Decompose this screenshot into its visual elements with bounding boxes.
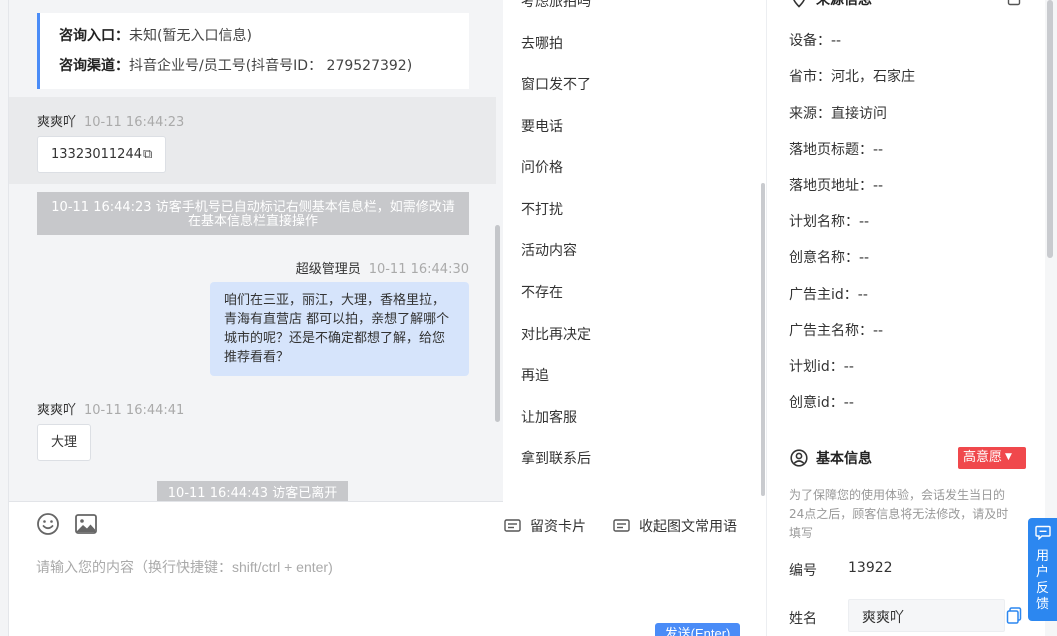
message-meta: 超级管理员 10-11 16:44:30: [296, 258, 469, 277]
edit-notice: 为了保障您的使用体验，会话发生当日的24点之后，顾客信息将无法修改，请及时填写: [789, 488, 1009, 540]
quick-reply-item[interactable]: 窗口发不了: [521, 74, 591, 94]
collapse-phrases-label: 收起图文常用语: [639, 519, 737, 535]
user-circle-icon: [790, 449, 808, 467]
message-composer: [9, 501, 503, 636]
quick-reply-item[interactable]: 问价格: [521, 157, 563, 177]
basic-info-title: 基本信息: [816, 451, 872, 467]
message-time: 10-11 16:44:30: [368, 262, 469, 277]
quick-reply-item[interactable]: 对比再决定: [521, 324, 591, 344]
sender-name: 超级管理员: [295, 262, 361, 277]
landing-title-row: 落地页标题：--: [789, 142, 884, 158]
customer-id-value: 13922: [848, 560, 893, 576]
user-feedback-label: 用户反馈: [1035, 549, 1049, 612]
consult-entry-card: 咨询入口：未知(暂无入口信息) 咨询渠道：抖音企业号/员工号(抖音号ID： 27…: [37, 13, 469, 89]
intent-level-dropdown[interactable]: 高意愿 ▼: [958, 447, 1026, 469]
visitor-message-bubble[interactable]: 13323011244⧉: [37, 136, 167, 173]
message-time: 10-11 16:44:41: [84, 403, 185, 418]
quick-reply-item[interactable]: 活动内容: [521, 240, 577, 260]
sender-name: 爽爽吖: [37, 115, 77, 130]
message-text: 13323011244: [51, 147, 142, 162]
customer-name-label: 姓名: [789, 611, 817, 627]
chat-scrollbar[interactable]: [495, 225, 500, 422]
message-meta: 爽爽吖 10-11 16:44:23: [37, 111, 184, 130]
quick-reply-item[interactable]: 不打扰: [521, 199, 563, 219]
info-scrollbar-thumb[interactable]: [1047, 0, 1053, 258]
message-input[interactable]: [36, 555, 486, 579]
send-button[interactable]: 发送(Enter): [655, 623, 740, 636]
creative-name-row: 创意名称：--: [789, 250, 870, 266]
entry-info: 咨询入口：未知(暂无入口信息): [59, 24, 469, 54]
lead-card-button[interactable]: 留资卡片: [504, 516, 586, 536]
image-icon[interactable]: [74, 512, 98, 536]
device-row: 设备：--: [789, 33, 842, 49]
copy-icon[interactable]: ⧉: [143, 147, 152, 162]
quick-reply-panel: 考虑旅拍吗 去哪拍 窗口发不了 要电话 问价格 不打扰 活动内容 不存在 对比再…: [503, 0, 767, 501]
quick-reply-item[interactable]: 不存在: [521, 282, 563, 302]
edit-icon[interactable]: [1007, 0, 1021, 6]
source-info-header: 来源信息: [790, 0, 872, 9]
quick-reply-item[interactable]: 去哪拍: [521, 33, 563, 53]
advertiser-name-row: 广告主名称：--: [789, 323, 884, 339]
customer-name-value: 爽爽吖: [862, 610, 904, 626]
entry-value: 未知(暂无入口信息): [129, 28, 252, 44]
caret-down-icon: ▼: [1005, 452, 1012, 462]
customer-info-panel: 来源信息 设备：-- 省市：河北，石家庄 来源：直接访问 落地页标题：-- 落地…: [768, 0, 1045, 636]
customer-id-label: 编号: [789, 563, 817, 579]
visitor-left-notice: 10-11 16:44:43 访客已离开: [157, 481, 348, 501]
basic-info-header: 基本信息: [790, 448, 872, 468]
quick-reply-item[interactable]: 要电话: [521, 116, 563, 136]
advertiser-id-row: 广告主id：--: [789, 287, 868, 303]
channel-info: 咨询渠道：抖音企业号/员工号(抖音号ID： 279527392): [59, 54, 469, 84]
creative-id-row: 创意id：--: [789, 395, 854, 411]
channel-label: 咨询渠道：: [59, 58, 129, 74]
lead-card-label: 留资卡片: [530, 519, 586, 535]
message-list[interactable]: 咨询入口：未知(暂无入口信息) 咨询渠道：抖音企业号/员工号(抖音号ID： 27…: [9, 0, 503, 501]
quick-reply-item[interactable]: 再追: [521, 365, 549, 385]
agent-message-bubble[interactable]: 咱们在三亚，丽江，大理，香格里拉，青海有直营店 都可以拍，亲想了解哪个城市的呢？…: [210, 282, 469, 376]
user-feedback-tab[interactable]: 用户反馈: [1028, 518, 1057, 621]
visitor-message-bubble[interactable]: 大理: [37, 424, 92, 461]
landing-url-row: 落地页地址：--: [789, 178, 884, 194]
region-row: 省市：河北，石家庄: [789, 69, 915, 85]
entry-label: 咨询入口：: [59, 28, 129, 44]
copy-icon[interactable]: [1006, 607, 1022, 624]
quick-reply-item[interactable]: 让加客服: [521, 407, 577, 427]
quick-reply-scrollbar[interactable]: [761, 183, 765, 496]
system-notice: 10-11 16:44:23 访客手机号已自动标记右侧基本信息栏，如需修改请在基…: [37, 192, 469, 235]
quick-reply-item[interactable]: 考虑旅拍吗: [521, 0, 591, 11]
sender-name: 爽爽吖: [37, 403, 77, 418]
customer-name-field[interactable]: 爽爽吖: [848, 599, 1005, 632]
source-row: 来源：直接访问: [789, 106, 887, 122]
campaign-name-row: 计划名称：--: [789, 214, 870, 230]
message-time: 10-11 16:44:23: [84, 115, 185, 130]
source-info-title: 来源信息: [816, 0, 872, 8]
channel-value: 抖音企业号/员工号(抖音号ID： 279527392): [129, 58, 413, 74]
chat-bubble-icon: [1034, 525, 1051, 541]
location-pin-icon: [793, 0, 805, 8]
phrases-icon: [613, 518, 630, 532]
message-meta: 爽爽吖 10-11 16:44:41: [37, 399, 184, 418]
card-icon: [504, 518, 521, 532]
quick-reply-item[interactable]: 拿到联系后: [521, 448, 591, 468]
intent-level-label: 高意愿: [963, 450, 1003, 465]
campaign-id-row: 计划id：--: [789, 359, 854, 375]
chat-panel: 咨询入口：未知(暂无入口信息) 咨询渠道：抖音企业号/员工号(抖音号ID： 27…: [0, 0, 503, 636]
emoji-icon[interactable]: [36, 512, 60, 536]
collapse-phrases-button[interactable]: 收起图文常用语: [613, 516, 737, 536]
